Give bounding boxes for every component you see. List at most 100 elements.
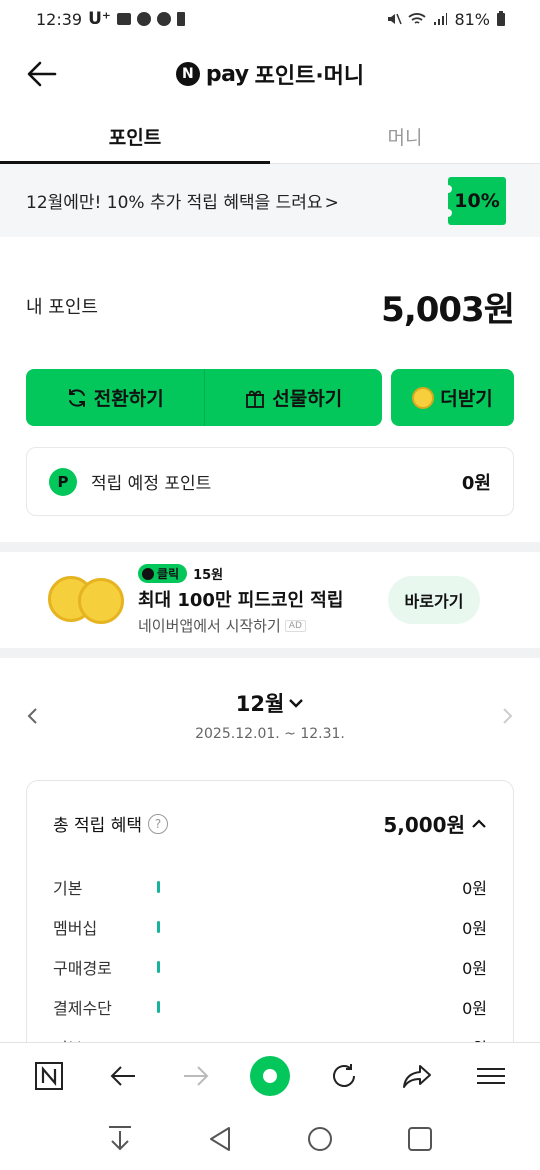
ad-label: AD (284, 619, 306, 632)
tab-points[interactable]: 포인트 (0, 110, 270, 164)
benefit-row: 기본 0원 (53, 867, 487, 907)
benefit-label: 결제수단 (53, 999, 112, 1018)
browser-forward-button[interactable] (171, 1051, 221, 1101)
promo-badge: 10% (444, 176, 506, 225)
chat-icon (136, 12, 151, 26)
month-dropdown[interactable]: 12월 (0, 688, 540, 718)
browser-back-button[interactable] (98, 1051, 148, 1101)
naver-home-button[interactable] (24, 1051, 74, 1101)
title-text: 포인트·머니 (254, 64, 365, 89)
ad-banner[interactable]: 클릭 15원 최대 100만 피드코인 적립 네이버앱에서 시작하기 AD 바로… (0, 552, 540, 648)
ad-title: 최대 100만 피드코인 적립 (138, 590, 344, 611)
refresh-icon (68, 388, 85, 407)
ad-reward: 15원 (193, 568, 224, 583)
section-divider-2 (0, 648, 540, 658)
benefit-row: 멤버십 0원 (53, 907, 487, 947)
arrow-right-icon (184, 1065, 209, 1086)
convert-label: 전환하기 (93, 388, 164, 410)
benefit-row: 결제수단 0원 (53, 987, 487, 1027)
chat-icon-2 (156, 12, 171, 26)
benefits-total-toggle[interactable]: 5,000원 (383, 809, 487, 838)
pending-label: 적립 예정 포인트 (91, 474, 212, 494)
system-recents-button[interactable] (400, 1119, 440, 1159)
naver-logo-icon: N (175, 62, 200, 86)
convert-button[interactable]: 전환하기 (26, 369, 204, 426)
month-range: 2025.12.01. ~ 12.31. (195, 726, 345, 742)
signal-icon (434, 13, 448, 25)
ad-cta-button[interactable]: 바로가기 (388, 576, 480, 624)
action-group: 전환하기 선물하기 (26, 369, 382, 426)
status-right: 81% (386, 10, 506, 29)
chevron-up-icon (472, 818, 486, 828)
browser-toolbar (0, 1042, 540, 1108)
benefit-rows: 기본0원 멤버십0원 구매경로0원 결제수단0원 리뷰0원 (53, 867, 487, 1067)
battery-icon (497, 11, 505, 26)
earn-more-label: 더받기 (440, 388, 493, 410)
benefit-value: 0원 (462, 919, 487, 938)
status-time: 12:39 (36, 9, 83, 29)
ad-top-row: 클릭 15원 (138, 564, 343, 583)
coins-icon (48, 572, 124, 628)
ad-body: 클릭 15원 최대 100만 피드코인 적립 네이버앱에서 시작하기 AD (138, 564, 343, 636)
chevron-right-icon: > (324, 193, 339, 213)
reload-icon (332, 1063, 355, 1087)
reload-button[interactable] (319, 1051, 369, 1101)
help-icon[interactable]: ? (148, 813, 169, 834)
promo-banner[interactable]: 12월에만! 10% 추가 적립 혜택을 드려요 > 10% (0, 164, 540, 237)
month-selector: 12월 2025.12.01. ~ 12.31. (0, 688, 540, 748)
back-button[interactable] (26, 58, 58, 90)
my-points-label: 내 포인트 (26, 297, 98, 318)
benefits-total: 5,000원 (383, 813, 465, 837)
ad-subtitle-row: 네이버앱에서 시작하기 AD (138, 615, 343, 636)
system-nav-bar (0, 1108, 540, 1170)
ad-subtitle: 네이버앱에서 시작하기 (138, 617, 281, 635)
status-bar: 12:39 U⁺ 81% (0, 0, 540, 38)
gift-icon (246, 390, 265, 408)
hide-keyboard-button[interactable] (100, 1119, 140, 1159)
pending-value: 0원 (461, 472, 491, 494)
benefit-value: 0원 (462, 879, 487, 898)
system-back-button[interactable] (200, 1119, 240, 1159)
next-month-button[interactable] (498, 704, 518, 728)
menu-button[interactable] (466, 1051, 516, 1101)
triangle-back-icon (210, 1127, 230, 1151)
arrow-down-icon (109, 1126, 131, 1151)
square-recents-icon (408, 1127, 432, 1151)
app-header: N pay 포인트·머니 (0, 44, 540, 104)
benefit-label: 기본 (53, 879, 83, 898)
circle-home-icon (308, 1127, 332, 1151)
pending-left: P 적립 예정 포인트 (49, 467, 212, 496)
benefit-bar (157, 921, 160, 933)
naver-green-home-button[interactable] (245, 1051, 295, 1101)
my-points-summary: 내 포인트 5,003원 (26, 280, 515, 332)
action-buttons: 전환하기 선물하기 더받기 (26, 369, 514, 426)
tab-money[interactable]: 머니 (270, 110, 540, 163)
share-button[interactable] (392, 1051, 442, 1101)
click-tag-label: 클릭 (157, 567, 180, 581)
page-title: N pay 포인트·머니 (175, 58, 365, 90)
gift-button[interactable]: 선물하기 (203, 369, 383, 426)
benefit-value: 0원 (462, 959, 487, 978)
chevron-right-icon (503, 708, 513, 724)
system-home-button[interactable] (300, 1119, 340, 1159)
benefits-header: 총 적립 혜택 ? 5,000원 (53, 809, 487, 838)
point-icon: P (49, 467, 77, 496)
chevron-down-icon (289, 699, 304, 708)
gift-label: 선물하기 (272, 388, 343, 410)
benefit-value: 0원 (462, 999, 487, 1018)
tab-bar: 포인트 머니 (0, 110, 540, 164)
benefit-bar (157, 1001, 160, 1013)
carrier-label: U⁺ (88, 9, 111, 29)
benefit-label: 구매경로 (53, 959, 112, 978)
benefit-label: 멤버십 (53, 919, 98, 938)
benefit-bar (157, 961, 160, 973)
benefits-title: 총 적립 혜택 (53, 816, 143, 836)
mute-icon (388, 13, 403, 25)
earn-more-button[interactable]: 더받기 (391, 369, 514, 426)
arrow-left-icon (27, 61, 57, 87)
pending-points-row[interactable]: P 적립 예정 포인트 0원 (26, 447, 514, 516)
hamburger-icon (477, 1067, 506, 1084)
share-icon (403, 1064, 432, 1088)
wifi-icon (408, 13, 427, 24)
green-dot-icon (249, 1055, 290, 1096)
